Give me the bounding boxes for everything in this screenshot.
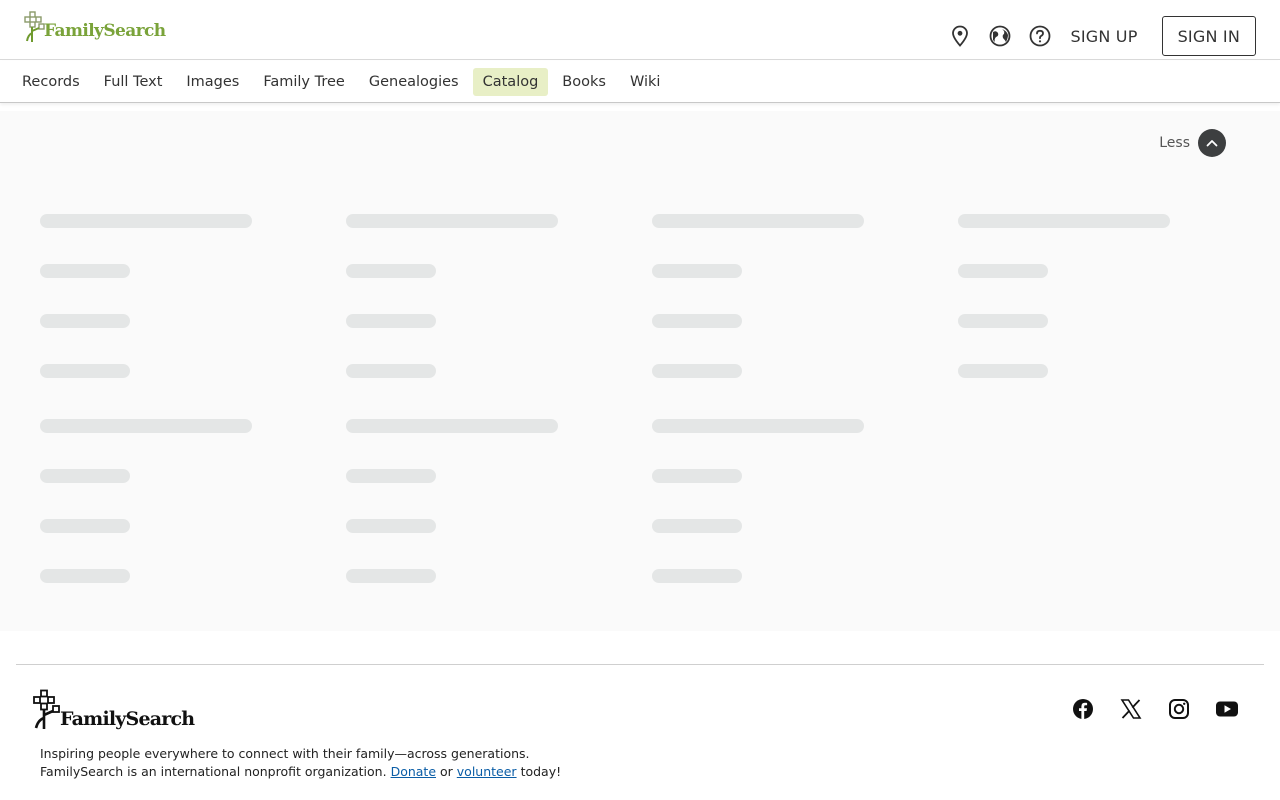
skeleton-line	[346, 314, 436, 328]
skeleton-line	[958, 364, 1048, 378]
location-icon[interactable]	[946, 22, 974, 50]
x-icon[interactable]	[1118, 696, 1144, 722]
nav-item-family-tree[interactable]: Family Tree	[253, 68, 354, 96]
familysearch-logo[interactable]: FamilySearch	[24, 11, 166, 43]
facebook-icon[interactable]	[1070, 696, 1096, 722]
help-icon[interactable]	[1026, 22, 1054, 50]
skeleton-heading	[346, 419, 558, 433]
nav-item-images[interactable]: Images	[176, 68, 249, 96]
less-label: Less	[1159, 135, 1190, 151]
nav-item-genealogies[interactable]: Genealogies	[359, 68, 469, 96]
skeleton-line	[346, 364, 436, 378]
footer-logo[interactable]: FamilySearch	[32, 689, 195, 731]
tree-logo-icon	[33, 689, 60, 729]
social-links	[1048, 696, 1240, 722]
sign-in-button[interactable]: SIGN IN	[1161, 16, 1256, 56]
instagram-icon[interactable]	[1166, 696, 1192, 722]
skeleton-line	[652, 569, 742, 583]
catalog-content: Less	[0, 111, 1280, 631]
footer-or: or	[440, 764, 453, 779]
footer-today: today!	[520, 764, 562, 779]
skeleton-heading	[958, 214, 1170, 228]
skeleton-line	[40, 264, 130, 278]
skeleton-line	[40, 314, 130, 328]
skeleton-line	[652, 314, 742, 328]
sign-up-button[interactable]: SIGN UP	[1070, 27, 1137, 46]
skeleton-line	[346, 469, 436, 483]
skeleton-line	[40, 569, 130, 583]
skeleton-line	[346, 569, 436, 583]
skeleton-line	[40, 469, 130, 483]
footer-divider	[16, 664, 1264, 665]
primary-nav: Records Full Text Images Family Tree Gen…	[0, 61, 1280, 103]
skeleton-line	[652, 519, 742, 533]
nav-item-books[interactable]: Books	[552, 68, 616, 96]
skeleton-heading	[652, 419, 864, 433]
skeleton-heading	[40, 419, 252, 433]
skeleton-line	[346, 519, 436, 533]
nav-item-full-text[interactable]: Full Text	[94, 68, 173, 96]
header-actions: SIGN UP SIGN IN	[934, 16, 1256, 56]
nav-item-records[interactable]: Records	[12, 68, 90, 96]
volunteer-link[interactable]: volunteer	[457, 764, 517, 779]
skeleton-line	[346, 264, 436, 278]
skeleton-line	[40, 519, 130, 533]
skeleton-line	[40, 364, 130, 378]
less-toggle[interactable]: Less	[1159, 129, 1226, 157]
tree-logo-icon	[24, 11, 45, 42]
site-header: FamilySearch SIGN UP SIGN IN	[0, 0, 1280, 60]
logo-wordmark: FamilySearch	[44, 21, 166, 41]
nav-item-catalog[interactable]: Catalog	[472, 68, 549, 96]
footer-tagline: Inspiring people everywhere to connect w…	[40, 746, 530, 761]
nav-item-wiki[interactable]: Wiki	[620, 68, 670, 96]
skeleton-line	[958, 314, 1048, 328]
youtube-icon[interactable]	[1214, 696, 1240, 722]
skeleton-heading	[346, 214, 558, 228]
globe-icon[interactable]	[986, 22, 1014, 50]
donate-link[interactable]: Donate	[391, 764, 436, 779]
skeleton-heading	[40, 214, 252, 228]
skeleton-line	[652, 264, 742, 278]
chevron-up-icon[interactable]	[1198, 129, 1226, 157]
skeleton-heading	[652, 214, 864, 228]
skeleton-line	[652, 469, 742, 483]
skeleton-line	[652, 364, 742, 378]
footer-about: Inspiring people everywhere to connect w…	[40, 745, 561, 781]
footer-line-2: FamilySearch is an international nonprof…	[40, 763, 561, 781]
skeleton-line	[958, 264, 1048, 278]
footer-nonprofit-text: FamilySearch is an international nonprof…	[40, 764, 387, 779]
footer-wordmark: FamilySearch	[60, 708, 195, 730]
